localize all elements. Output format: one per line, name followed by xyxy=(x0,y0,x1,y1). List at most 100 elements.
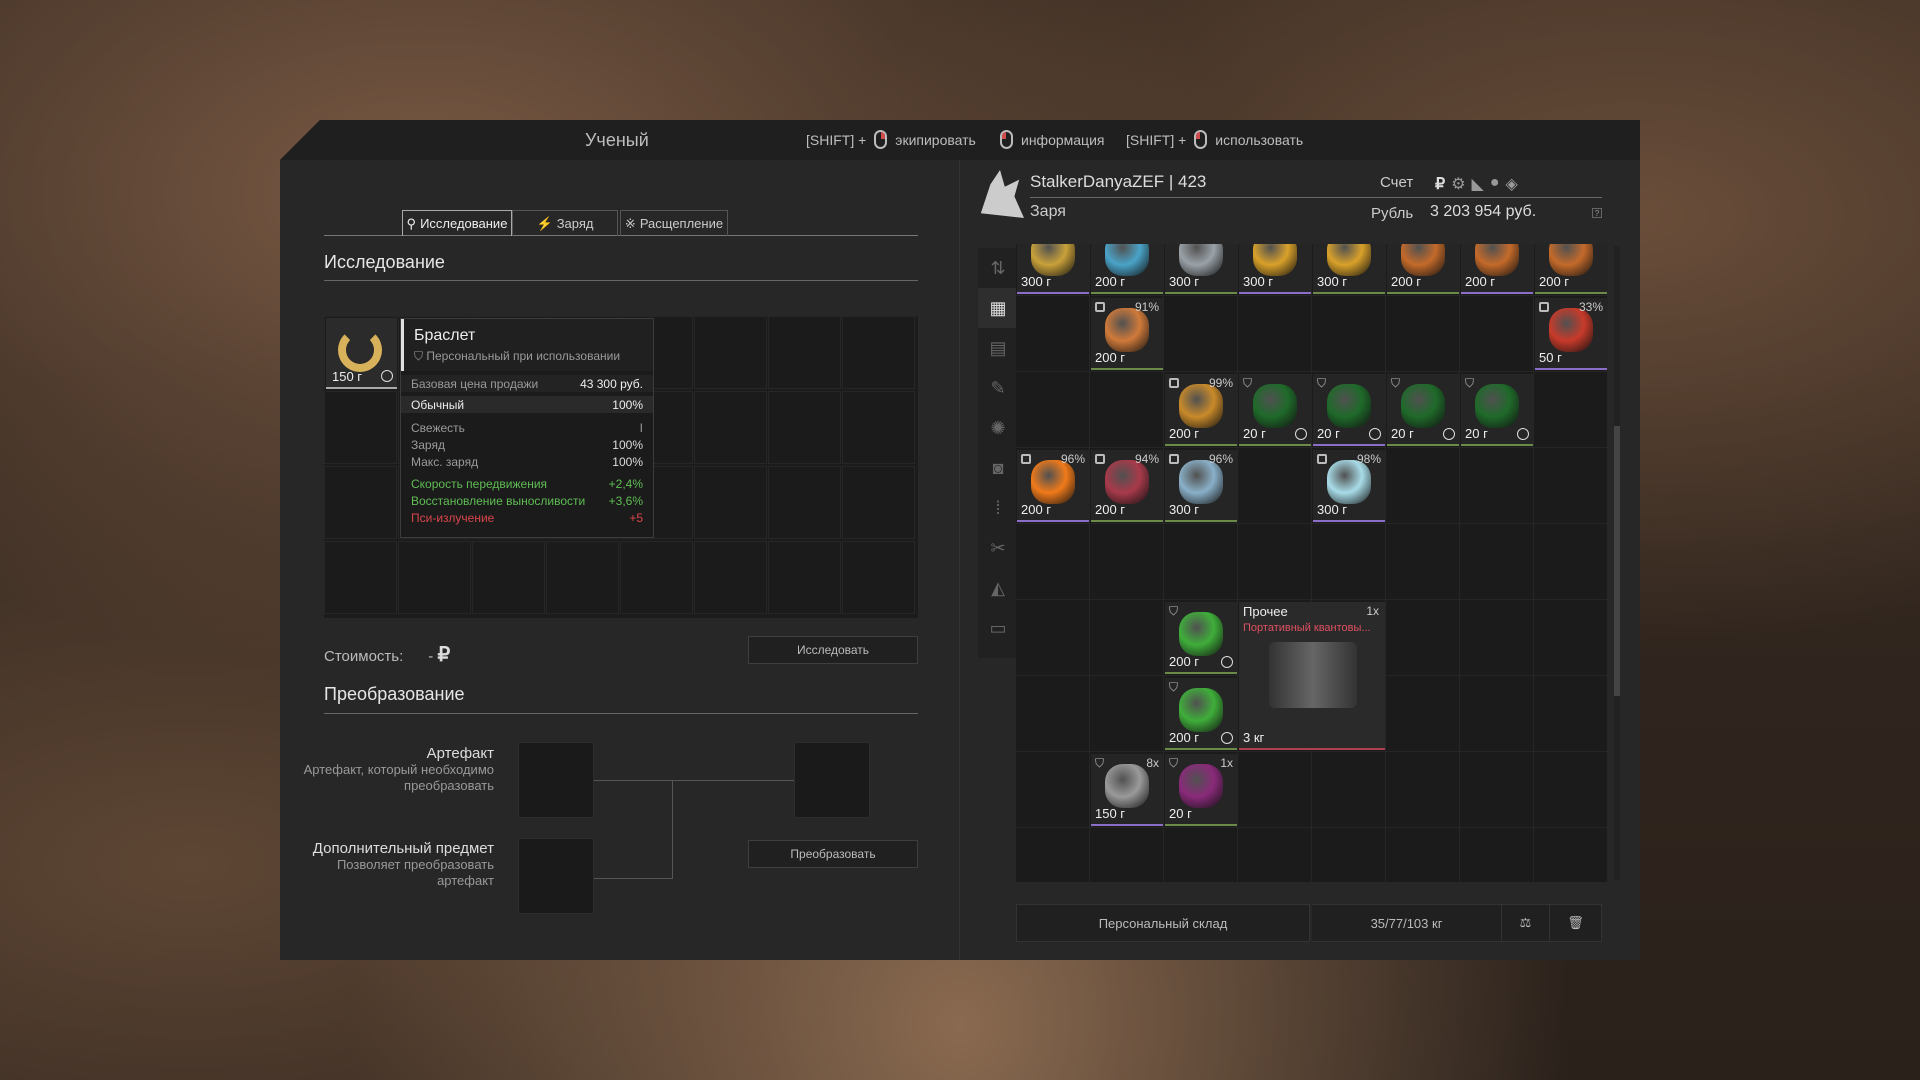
research-button[interactable]: Исследовать xyxy=(748,636,918,664)
research-cell[interactable] xyxy=(842,316,915,389)
result-slot[interactable] xyxy=(794,742,870,818)
research-cell[interactable] xyxy=(398,541,471,614)
inventory-cell[interactable] xyxy=(1460,752,1534,828)
transform-button[interactable]: Преобразовать xyxy=(748,840,918,868)
inventory-scrollbar[interactable] xyxy=(1614,246,1620,880)
boot-icon[interactable]: ◣ xyxy=(1472,174,1484,194)
inventory-item[interactable]: 20 г ⛉ xyxy=(1461,374,1533,446)
research-cell[interactable] xyxy=(768,466,841,539)
inventory-grid[interactable]: 300 г 200 г 300 г 300 г 300 г 200 г 200 г 200 г… xyxy=(1016,244,1608,882)
inventory-item[interactable]: 20 г ⛉ xyxy=(1313,374,1385,446)
storage-tab[interactable]: Персональный склад xyxy=(1016,904,1310,942)
inventory-cell[interactable] xyxy=(1534,752,1608,828)
inventory-cell[interactable] xyxy=(1534,448,1608,524)
inventory-item[interactable]: 150 г 8x ⛉ xyxy=(1091,754,1163,826)
inventory-cell[interactable] xyxy=(1090,372,1164,448)
research-cell[interactable] xyxy=(768,391,841,464)
inventory-cell[interactable] xyxy=(1312,296,1386,372)
inventory-item[interactable]: 300 г xyxy=(1313,244,1385,294)
tab-research[interactable]: ⚲ Исследование xyxy=(402,210,512,236)
storage-icon[interactable]: ▭ xyxy=(978,608,1018,648)
inventory-cell[interactable] xyxy=(1312,524,1386,600)
research-cell[interactable] xyxy=(324,391,397,464)
inventory-cell[interactable] xyxy=(1534,524,1608,600)
weight-icon[interactable]: ⚖ xyxy=(1502,904,1550,942)
armor-icon[interactable]: ▤ xyxy=(978,328,1018,368)
help-icon[interactable]: ? xyxy=(1592,208,1602,218)
tab-split[interactable]: ※ Расщепление xyxy=(620,210,728,236)
inventory-cell[interactable] xyxy=(1016,828,1090,882)
artifact-icon[interactable]: ✺ xyxy=(978,408,1018,448)
research-cell[interactable] xyxy=(842,541,915,614)
inventory-cell[interactable] xyxy=(1534,372,1608,448)
inventory-item[interactable]: 200 г xyxy=(1461,244,1533,294)
inventory-cell[interactable] xyxy=(1460,828,1534,882)
weapon-icon[interactable]: ✎ xyxy=(978,368,1018,408)
ammo-icon[interactable]: ⁞ xyxy=(978,488,1018,528)
inventory-cell[interactable] xyxy=(1460,296,1534,372)
inventory-cell[interactable] xyxy=(1090,600,1164,676)
research-cell[interactable] xyxy=(842,391,915,464)
inventory-item[interactable]: 200 г 96% xyxy=(1017,450,1089,522)
artifact-slot[interactable] xyxy=(518,742,594,818)
inventory-cell[interactable] xyxy=(1016,524,1090,600)
inventory-cell[interactable] xyxy=(1312,828,1386,882)
inventory-item[interactable]: 200 г xyxy=(1091,244,1163,294)
inventory-cell[interactable] xyxy=(1534,676,1608,752)
inventory-cell[interactable] xyxy=(1312,752,1386,828)
research-cell[interactable] xyxy=(842,466,915,539)
research-cell[interactable] xyxy=(694,316,767,389)
inventory-cell[interactable] xyxy=(1164,296,1238,372)
inventory-cell[interactable] xyxy=(1090,828,1164,882)
inventory-cell[interactable] xyxy=(1238,296,1312,372)
inventory-item[interactable]: 200 г xyxy=(1387,244,1459,294)
inventory-cell[interactable] xyxy=(1534,600,1608,676)
inventory-item[interactable]: 200 г 91% xyxy=(1091,298,1163,370)
research-cell[interactable] xyxy=(324,466,397,539)
inventory-cell[interactable] xyxy=(1534,828,1608,882)
inventory-item[interactable]: 200 г 99% xyxy=(1165,374,1237,446)
inventory-cell[interactable] xyxy=(1238,752,1312,828)
inventory-item[interactable]: 300 г 96% xyxy=(1165,450,1237,522)
ticket-icon[interactable]: ◈ xyxy=(1506,174,1518,194)
inventory-cell[interactable] xyxy=(1386,828,1460,882)
extra-item-slot[interactable] xyxy=(518,838,594,914)
research-cell[interactable] xyxy=(546,541,619,614)
research-cell[interactable] xyxy=(620,541,693,614)
inventory-cell[interactable] xyxy=(1386,752,1460,828)
inventory-cell[interactable] xyxy=(1016,372,1090,448)
tools-icon[interactable]: ✂ xyxy=(978,528,1018,568)
inventory-item[interactable]: 200 г ⛉ xyxy=(1165,602,1237,674)
container-icon[interactable]: ◙ xyxy=(978,448,1018,488)
research-cell[interactable] xyxy=(768,316,841,389)
inventory-item[interactable]: 200 г xyxy=(1535,244,1607,294)
inventory-cell[interactable] xyxy=(1164,828,1238,882)
inventory-item[interactable]: 300 г 98% xyxy=(1313,450,1385,522)
inventory-cell[interactable] xyxy=(1090,524,1164,600)
research-cell[interactable] xyxy=(768,541,841,614)
inventory-cell[interactable] xyxy=(1386,296,1460,372)
inventory-cell[interactable] xyxy=(1238,828,1312,882)
inventory-cell[interactable] xyxy=(1016,752,1090,828)
inventory-cell[interactable] xyxy=(1238,524,1312,600)
inventory-cell[interactable] xyxy=(1460,524,1534,600)
inventory-cell[interactable] xyxy=(1386,600,1460,676)
inventory-cell[interactable] xyxy=(1460,600,1534,676)
inventory-cell[interactable] xyxy=(1386,448,1460,524)
inventory-item[interactable]: 20 г ⛉ xyxy=(1239,374,1311,446)
sort-icon[interactable]: ⇅ xyxy=(978,248,1018,288)
inventory-item[interactable]: 50 г 33% xyxy=(1535,298,1607,370)
inventory-cell[interactable] xyxy=(1386,524,1460,600)
scroll-thumb[interactable] xyxy=(1614,426,1620,696)
trash-icon[interactable]: 🗑 xyxy=(1550,904,1602,942)
ruble-icon[interactable]: ₽ xyxy=(1435,174,1445,194)
inventory-cell[interactable] xyxy=(1460,676,1534,752)
inventory-item[interactable]: 200 г 94% xyxy=(1091,450,1163,522)
inventory-item[interactable]: 20 г ⛉ xyxy=(1387,374,1459,446)
inventory-cell[interactable] xyxy=(1016,296,1090,372)
bracelet-slot[interactable]: 150 г xyxy=(326,318,397,389)
inventory-item[interactable]: 300 г xyxy=(1239,244,1311,294)
inventory-cell[interactable] xyxy=(1016,676,1090,752)
research-cell[interactable] xyxy=(694,541,767,614)
inventory-item[interactable]: 20 г 1x ⛉ xyxy=(1165,754,1237,826)
